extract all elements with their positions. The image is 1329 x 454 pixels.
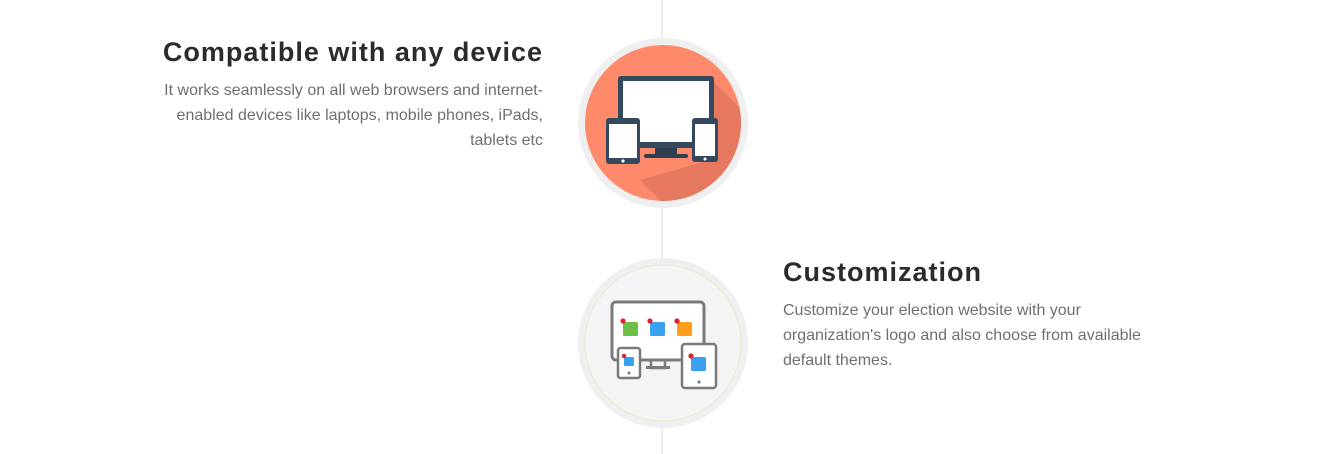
- features-section: Compatible with any device It works seam…: [0, 0, 1329, 454]
- feature-title: Customization: [783, 257, 982, 287]
- multi-device-icon: [578, 38, 748, 208]
- feature-compatible: Compatible with any device It works seam…: [120, 38, 543, 153]
- customization-devices-icon: [578, 258, 748, 428]
- feature-description: It works seamlessly on all web browsers …: [164, 82, 543, 149]
- feature-description: Customize your election website with you…: [783, 302, 1141, 369]
- feature-customization: Customization Customize your election we…: [783, 258, 1183, 373]
- feature-title: Compatible with any device: [162, 37, 543, 67]
